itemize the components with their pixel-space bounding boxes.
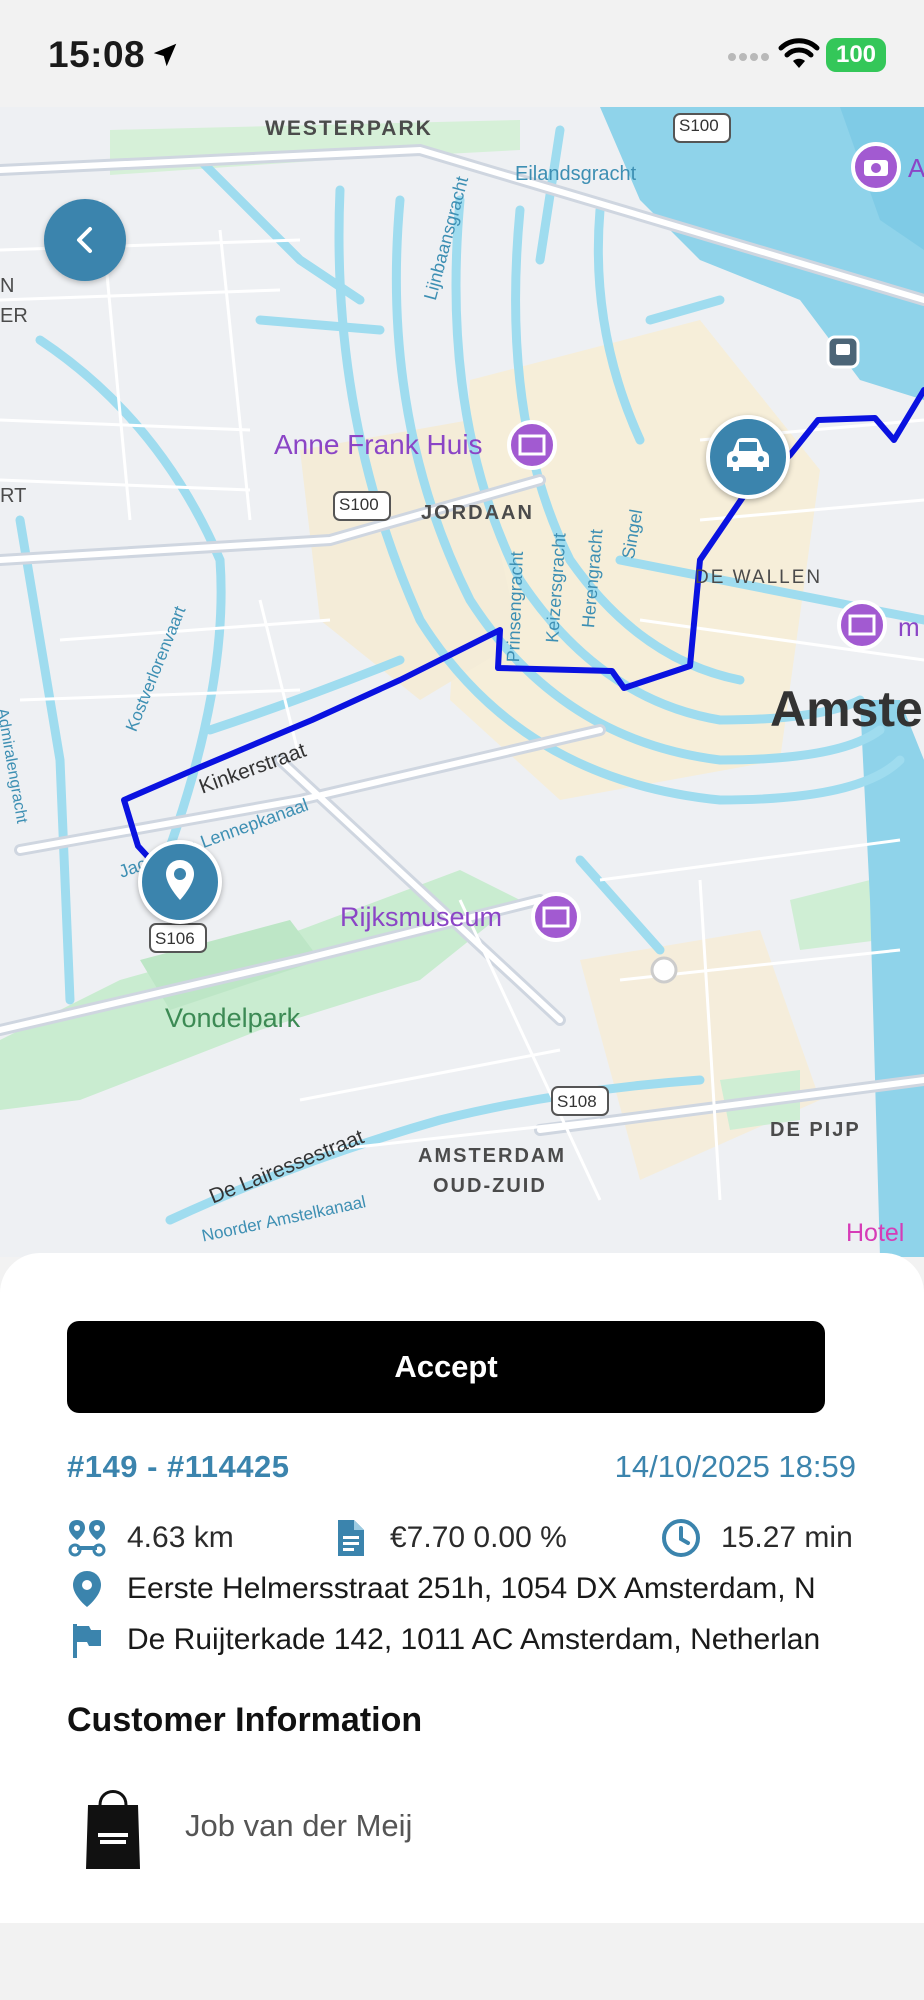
order-date: 14/10/2025 18:59 xyxy=(614,1449,856,1484)
map-label-edge-m: m xyxy=(898,612,920,642)
location-arrow-icon xyxy=(153,43,177,67)
accept-button[interactable]: Accept xyxy=(67,1321,825,1413)
wifi-icon xyxy=(778,38,820,68)
map-label-de-wallen: DE WALLEN xyxy=(695,567,823,588)
route-icon xyxy=(68,1520,106,1557)
price-stat: €7.70 0.00 % xyxy=(330,1515,567,1561)
map-label-anne-frank-huis: Anne Frank Huis xyxy=(274,429,483,460)
pickup-address: Eerste Helmersstraat 251h, 1054 DX Amste… xyxy=(127,1572,816,1605)
map-label-amsterdam-oud-zuid-2: OUD-ZUID xyxy=(433,1175,547,1197)
duration-stat: 15.27 min xyxy=(661,1515,853,1561)
status-bar: 15:08 100 xyxy=(0,0,924,107)
document-icon xyxy=(338,1520,364,1556)
map-label-edge-rt: RT xyxy=(0,485,27,507)
map-label-jordaan: JORDAAN xyxy=(421,502,534,524)
road-shield-s100: S100 xyxy=(679,116,719,135)
museum-icon xyxy=(531,892,581,942)
car-icon xyxy=(727,438,769,471)
museum-icon xyxy=(507,420,557,470)
map-label-edge-er: ER xyxy=(0,305,28,327)
battery-icon: 100 xyxy=(826,38,886,72)
order-id: #149 - #114425 xyxy=(67,1449,290,1484)
road-shield-s106: S106 xyxy=(155,929,195,948)
camera-icon xyxy=(851,142,901,192)
map-pin-icon xyxy=(166,860,194,900)
battery-level: 100 xyxy=(835,41,877,68)
dropoff-address-row: De Ruijterkade 142, 1011 AC Amsterdam, N… xyxy=(67,1617,857,1663)
customer-name: Job van der Meij xyxy=(185,1808,413,1843)
location-pin-icon xyxy=(73,1571,101,1607)
distance-stat: 4.63 km xyxy=(67,1515,234,1561)
distance-value: 4.63 km xyxy=(127,1521,234,1554)
train-station-icon xyxy=(826,335,860,369)
map-label-edge-n: N xyxy=(0,275,15,297)
customer-info-heading: Customer Information xyxy=(67,1701,423,1739)
status-time: 15:08 xyxy=(48,34,146,75)
route-map[interactable]: WESTERPARK S100 Eilandsgracht Lijnbaansg… xyxy=(0,107,924,1257)
map-label-eilandsgracht: Eilandsgracht xyxy=(515,163,637,185)
flag-icon xyxy=(73,1624,101,1658)
map-label-amsterdam: Amste xyxy=(770,681,923,737)
museum-icon xyxy=(837,600,887,650)
price-value: €7.70 0.00 % xyxy=(390,1521,567,1554)
map-label-de-pijp: DE PIJP xyxy=(770,1119,861,1141)
map-label-westerpark: WESTERPARK xyxy=(265,117,433,140)
road-shield-s108: S108 xyxy=(557,1092,597,1111)
road-shield-s100: S100 xyxy=(339,495,379,514)
map-label-amsterdam-oud-zuid-1: AMSTERDAM xyxy=(418,1145,566,1167)
map-label-prinsengracht: Prinsengracht xyxy=(503,551,527,663)
map-label-vondelpark: Vondelpark xyxy=(165,1003,301,1033)
map-label-rijksmuseum: Rijksmuseum xyxy=(340,902,503,932)
dropoff-address: De Ruijterkade 142, 1011 AC Amsterdam, N… xyxy=(127,1623,821,1656)
pickup-address-row: Eerste Helmersstraat 251h, 1054 DX Amste… xyxy=(67,1566,857,1612)
tote-bag-avatar xyxy=(86,1790,140,1869)
back-button[interactable] xyxy=(44,199,126,281)
duration-value: 15.27 min xyxy=(721,1521,853,1554)
pickup-location-marker[interactable] xyxy=(138,840,222,924)
clock-icon xyxy=(662,1519,700,1557)
chevron-left-icon xyxy=(77,227,92,253)
driver-car-marker[interactable] xyxy=(706,415,790,499)
signal-dots-icon xyxy=(728,53,769,61)
map-label-edge-a: A xyxy=(908,153,924,183)
map-label-hotel: Hotel xyxy=(846,1219,905,1247)
job-details-sheet: Accept #149 - #114425 14/10/2025 18:59 4… xyxy=(0,1253,924,1923)
